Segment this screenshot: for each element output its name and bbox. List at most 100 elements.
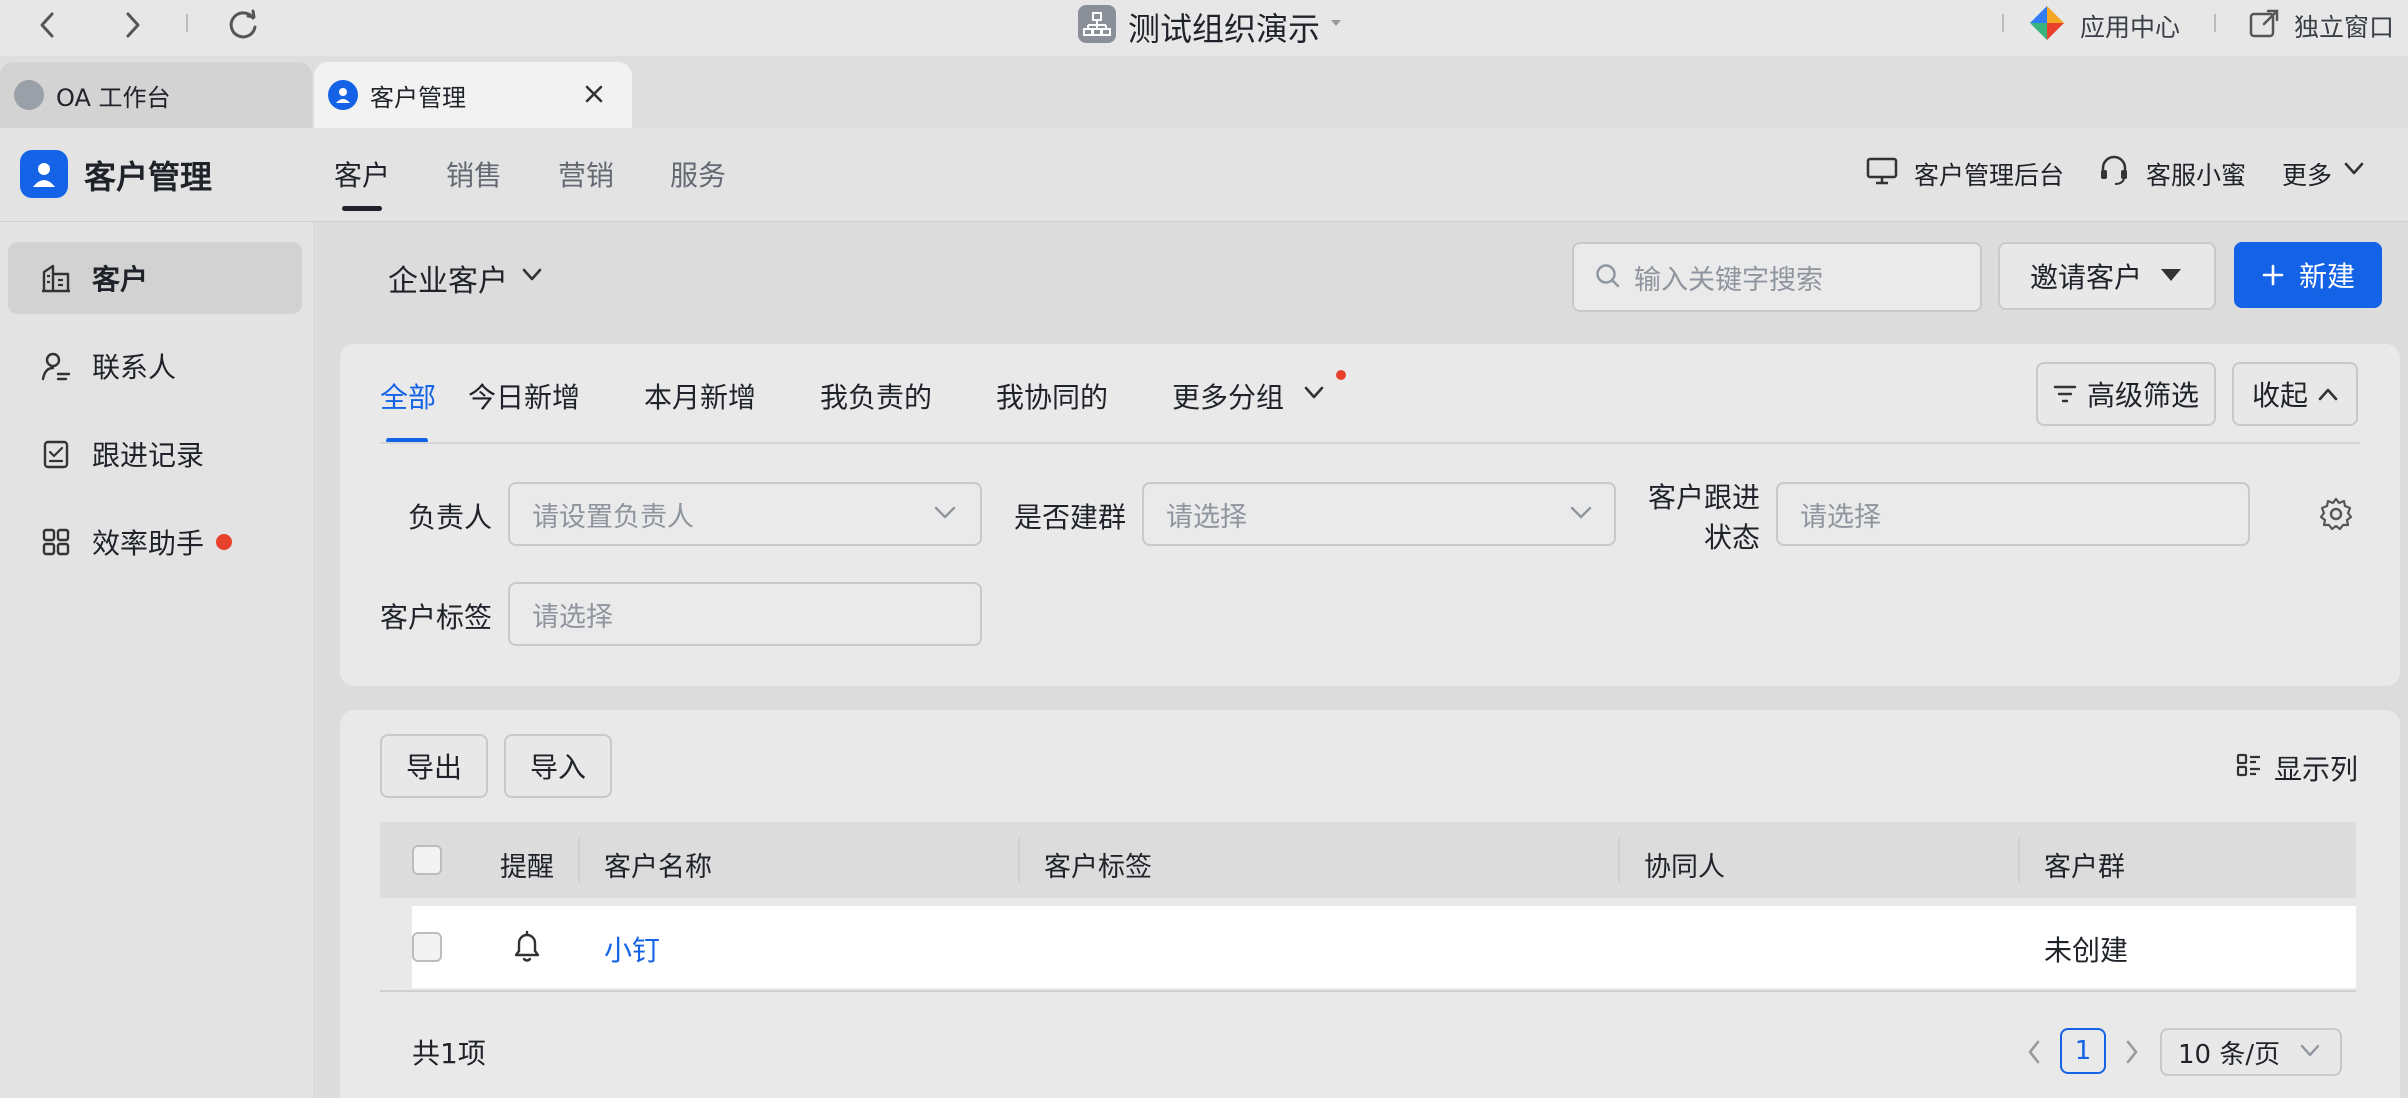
monitor-icon[interactable]	[1866, 156, 1898, 186]
headset-icon[interactable]	[2098, 154, 2130, 186]
caret-down-icon[interactable]	[2160, 268, 2182, 282]
sidebar-item-contacts[interactable]: 联系人	[8, 330, 302, 402]
invite-label: 邀请客户	[2030, 261, 2143, 294]
next-page-icon[interactable]	[2122, 1038, 2142, 1066]
invite-customer-button[interactable]: 邀请客户	[1998, 242, 2216, 310]
external-window-icon[interactable]	[2248, 8, 2280, 40]
admin-link[interactable]: 客户管理后台	[1914, 156, 2064, 192]
create-button[interactable]: 新建	[2234, 242, 2382, 308]
sidebar-item-label: 跟进记录	[92, 439, 205, 472]
page-size-label: 10 条/页	[2178, 1039, 2281, 1070]
group-select[interactable]: 请选择	[1142, 482, 1616, 546]
filter-tab-today[interactable]: 今日新增	[468, 376, 580, 416]
filter-icon	[2053, 384, 2077, 404]
tag-label: 客户标签	[380, 601, 493, 634]
org-title[interactable]: 测试组织演示	[1128, 4, 1320, 50]
gear-icon[interactable]	[2318, 496, 2354, 532]
chevron-down-icon	[934, 506, 956, 520]
prev-page-icon[interactable]	[2024, 1038, 2044, 1066]
divider	[380, 990, 2356, 992]
nav-tab-service[interactable]: 服务	[670, 154, 726, 194]
notification-dot	[216, 534, 233, 550]
chevron-down-icon	[2300, 1044, 2320, 1058]
search-input[interactable]: 输入关键字搜索	[1572, 242, 1982, 312]
org-icon	[14, 80, 44, 110]
chevron-up-icon	[2318, 387, 2338, 401]
grid-icon	[40, 526, 72, 558]
advanced-filter-button[interactable]: 高级筛选	[2036, 362, 2216, 426]
owner-select[interactable]: 请设置负责人	[508, 482, 982, 546]
columns-button[interactable]: 显示列	[2274, 748, 2358, 788]
import-label: 导入	[529, 751, 586, 784]
tab-oa-workbench[interactable]: OA 工作台	[0, 62, 312, 128]
tab-label: 客户管理	[370, 83, 466, 112]
tab-label: OA 工作台	[56, 83, 171, 112]
collapse-button[interactable]: 收起	[2232, 362, 2358, 426]
divider	[186, 14, 188, 32]
customer-type-dropdown[interactable]: 企业客户	[388, 256, 508, 300]
column-separator[interactable]	[1618, 838, 1620, 882]
import-button[interactable]: 导入	[504, 734, 612, 798]
filter-tab-month[interactable]: 本月新增	[644, 376, 756, 416]
tab-customer-management[interactable]: 客户管理	[314, 62, 632, 128]
back-icon[interactable]	[34, 10, 62, 40]
nav-tab-marketing[interactable]: 营销	[558, 154, 614, 194]
select-all-checkbox[interactable]	[412, 845, 442, 875]
notification-dot	[1336, 370, 1346, 380]
app-logo-icon	[20, 150, 68, 198]
customer-name-link[interactable]: 小钉	[604, 929, 660, 969]
service-link[interactable]: 客服小蜜	[2146, 156, 2246, 192]
export-button[interactable]: 导出	[380, 734, 488, 798]
chevron-down-icon[interactable]	[2344, 162, 2364, 176]
caret-down-icon[interactable]	[1330, 18, 1342, 28]
plus-icon	[2261, 263, 2285, 287]
chevron-down-icon	[1570, 506, 1592, 520]
export-label: 导出	[405, 751, 462, 784]
filter-tab-mine[interactable]: 我负责的	[820, 376, 932, 416]
customer-group-cell: 未创建	[2044, 934, 2129, 967]
sidebar-item-customer[interactable]: 客户	[8, 242, 302, 314]
standalone-label[interactable]: 独立窗口	[2294, 8, 2394, 44]
divider	[2002, 14, 2004, 32]
tag-select[interactable]: 请选择	[508, 582, 982, 646]
nav-tab-sales[interactable]: 销售	[446, 154, 502, 194]
sidebar-item-efficiency[interactable]: 效率助手	[8, 506, 302, 578]
columns-icon[interactable]	[2236, 752, 2262, 778]
chevron-down-icon[interactable]	[1304, 386, 1324, 400]
bell-icon[interactable]	[510, 928, 544, 964]
sidebar-item-label: 效率助手	[92, 527, 205, 560]
page-number-current[interactable]: 1	[2060, 1028, 2106, 1074]
column-header-collaborators: 协同人	[1644, 852, 1725, 883]
column-separator[interactable]	[1018, 838, 1020, 882]
checklist-icon	[40, 438, 72, 470]
divider	[380, 442, 2360, 444]
column-header-name: 客户名称	[604, 852, 712, 883]
status-label-line2: 状态	[1703, 521, 1760, 554]
filter-tab-all[interactable]: 全部	[380, 376, 436, 416]
app-center-icon[interactable]	[2028, 4, 2066, 42]
nav-tab-customer[interactable]: 客户	[334, 154, 390, 194]
divider	[2214, 14, 2216, 32]
org-icon	[1078, 5, 1116, 43]
status-label-line1: 客户跟进	[1648, 481, 1761, 514]
sidebar-item-label: 客户	[92, 263, 149, 296]
refresh-icon[interactable]	[226, 8, 260, 42]
more-menu[interactable]: 更多	[2282, 156, 2332, 192]
filter-tab-collab[interactable]: 我协同的	[996, 376, 1108, 416]
search-icon	[1594, 262, 1622, 290]
total-count: 共1项	[412, 1037, 486, 1070]
chevron-down-icon[interactable]	[522, 268, 542, 282]
create-label: 新建	[2298, 260, 2355, 293]
close-icon[interactable]	[580, 80, 608, 108]
column-separator[interactable]	[578, 838, 580, 882]
row-checkbox[interactable]	[412, 932, 442, 962]
app-center-label[interactable]: 应用中心	[2080, 8, 2180, 44]
contact-icon	[40, 350, 72, 382]
column-header-group: 客户群	[2044, 852, 2125, 883]
filter-tab-more-groups[interactable]: 更多分组	[1172, 376, 1284, 416]
column-separator[interactable]	[2018, 838, 2020, 882]
status-select[interactable]: 请选择	[1776, 482, 2250, 546]
forward-icon[interactable]	[118, 10, 146, 40]
active-tab-indicator	[342, 206, 382, 211]
sidebar-item-follow-up[interactable]: 跟进记录	[8, 418, 302, 490]
